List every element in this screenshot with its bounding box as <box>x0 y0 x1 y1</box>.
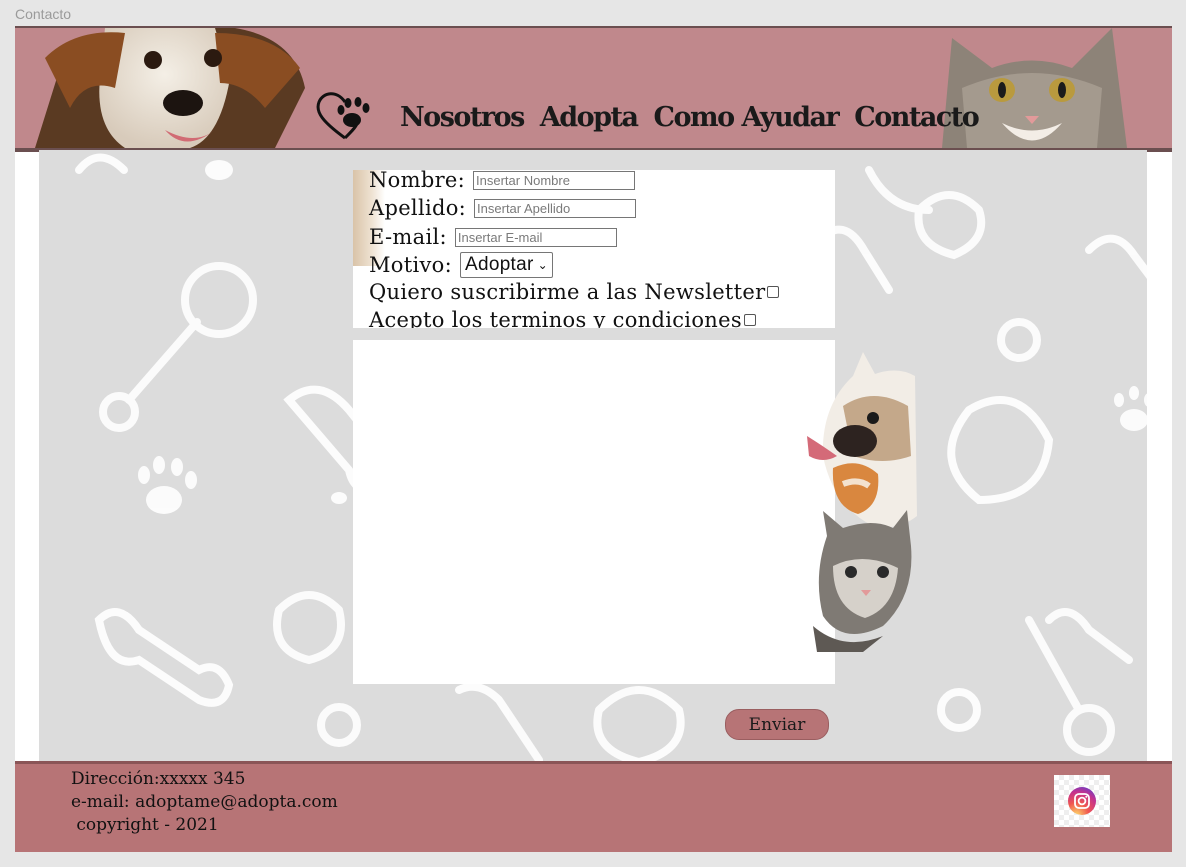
contact-section: Nombre: Apellido: E-mail: Motivo: Adopta… <box>39 150 1147 762</box>
newsletter-checkbox[interactable] <box>767 286 780 298</box>
nav-como-ayudar[interactable]: Como Ayudar <box>654 102 840 133</box>
newsletter-label: Quiero suscribirme a las Newsletter <box>369 280 766 304</box>
send-button[interactable]: Enviar <box>725 709 829 740</box>
peeking-pets-image <box>807 352 917 652</box>
terms-checkbox[interactable] <box>743 314 756 326</box>
terms-row: Acepto los terminos y condiciones <box>369 308 756 328</box>
footer-address: Dirección:xxxxx 345 <box>71 769 246 789</box>
instagram-link[interactable] <box>1054 775 1110 827</box>
email-label: E-mail: <box>369 225 447 249</box>
dog-photo <box>35 28 305 148</box>
instagram-icon <box>1068 787 1096 815</box>
footer-copyright: copyright - 2021 <box>71 815 219 835</box>
nombre-row: Nombre: <box>369 170 636 192</box>
motivo-row: Motivo: Adoptar ⌄ <box>369 252 553 278</box>
nav-adopta[interactable]: Adopta <box>540 102 639 133</box>
contact-form: Nombre: Apellido: E-mail: Motivo: Adopta… <box>353 170 835 328</box>
page-title: Contacto <box>15 6 72 22</box>
email-row: E-mail: <box>369 225 617 249</box>
motivo-select-value: Adoptar <box>464 254 534 275</box>
header-banner: Nosotros Adopta Como Ayudar Contacto <box>15 26 1172 152</box>
footer-email: e-mail: adoptame@adopta.com <box>71 792 338 812</box>
message-textarea[interactable] <box>353 340 835 684</box>
nav-contacto[interactable]: Contacto <box>854 102 980 133</box>
nombre-label: Nombre: <box>369 170 466 192</box>
motivo-select[interactable]: Adoptar ⌄ <box>459 252 553 278</box>
heart-paw-icon[interactable] <box>315 88 379 142</box>
apellido-input[interactable] <box>474 198 637 218</box>
chevron-down-icon: ⌄ <box>537 258 548 272</box>
footer: Dirección:xxxxx 345 e-mail: adoptame@ado… <box>15 761 1172 852</box>
apellido-row: Apellido: <box>369 196 637 220</box>
terms-label: Acepto los terminos y condiciones <box>369 308 742 328</box>
email-input[interactable] <box>454 227 617 247</box>
nav-nosotros[interactable]: Nosotros <box>400 102 525 133</box>
newsletter-row: Quiero suscribirme a las Newsletter <box>369 280 780 304</box>
motivo-label: Motivo: <box>369 253 452 277</box>
page-frame: Nosotros Adopta Como Ayudar Contacto Nom… <box>15 26 1172 852</box>
nombre-input[interactable] <box>473 170 636 190</box>
main-nav: Nosotros Adopta Como Ayudar Contacto <box>400 102 994 133</box>
apellido-label: Apellido: <box>369 196 467 220</box>
